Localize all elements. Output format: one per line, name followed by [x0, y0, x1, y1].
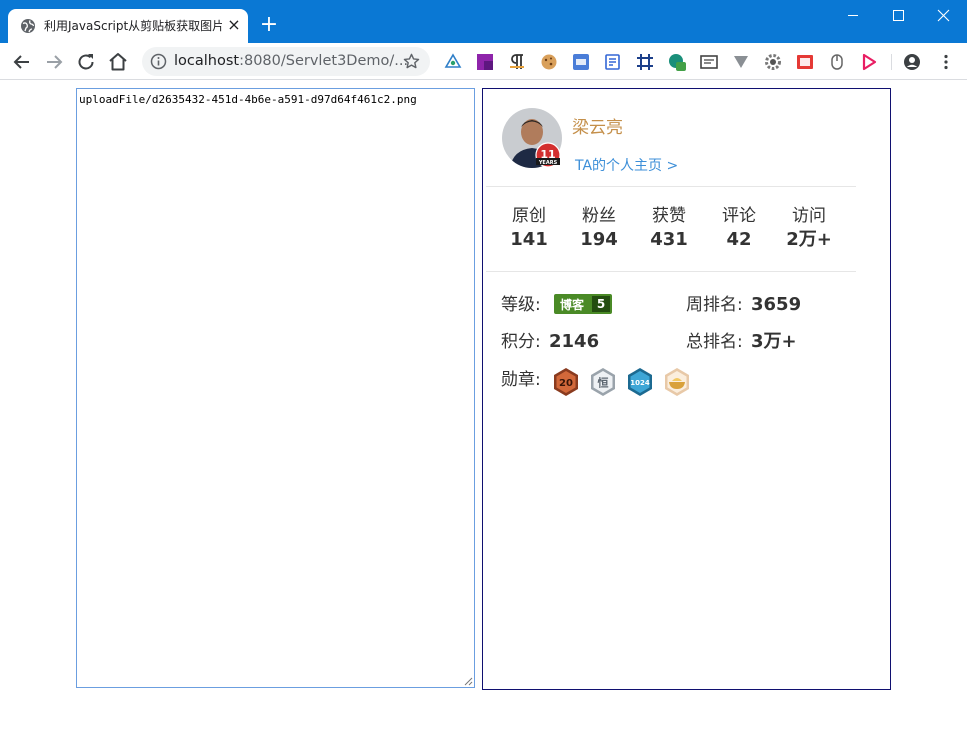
stat-label: 获赞	[652, 206, 686, 226]
browser-tab-active[interactable]: 利用JavaScript从剪贴板获取图片 ×	[8, 9, 248, 43]
extension-v-icon[interactable]	[732, 53, 750, 71]
medal-text: 恒	[598, 376, 609, 390]
globe-icon	[21, 19, 35, 33]
extension-note-icon[interactable]	[604, 53, 622, 71]
title-bar: 利用JavaScript从剪贴板获取图片 × +	[0, 0, 967, 43]
points-value: 2146	[549, 331, 600, 352]
menu-kebab-icon[interactable]	[937, 53, 955, 71]
weekly-rank-label: 周排名:	[686, 295, 743, 315]
total-rank-value: 3万+	[751, 331, 797, 352]
stat-visits[interactable]: 访问 2万+	[779, 205, 839, 253]
extension-fe-icon[interactable]	[796, 53, 814, 71]
stat-value: 141	[510, 229, 548, 250]
tab-title: 利用JavaScript从剪贴板获取图片	[44, 19, 222, 33]
stat-label: 粉丝	[582, 206, 616, 226]
points-label: 积分:	[501, 332, 541, 352]
medal-text: 20	[559, 378, 573, 389]
weekly-rank-value: 3659	[751, 294, 802, 315]
bookmark-star-icon[interactable]	[402, 52, 421, 71]
divider-bottom	[486, 271, 856, 272]
extension-jh-icon[interactable]	[572, 53, 590, 71]
extension-rp-icon[interactable]	[476, 53, 494, 71]
stat-label: 原创	[512, 206, 546, 226]
extension-triangle-icon[interactable]	[444, 53, 462, 71]
stat-label: 访问	[792, 206, 826, 226]
toolbar-separator	[891, 54, 892, 70]
level-badge-text: 博客	[560, 298, 585, 312]
medal-20-icon[interactable]: 20	[552, 367, 580, 397]
stat-likes[interactable]: 获赞 431	[639, 205, 699, 253]
extension-display-icon[interactable]	[700, 53, 718, 71]
new-tab-button[interactable]: +	[258, 14, 280, 36]
divider-top	[486, 186, 856, 187]
stat-fans[interactable]: 粉丝 194	[569, 205, 629, 253]
avatar[interactable]: 11 YEARS	[502, 108, 563, 169]
resize-grip-icon[interactable]	[463, 676, 473, 686]
extension-grid-icon[interactable]	[636, 53, 654, 71]
stat-label: 评论	[722, 206, 756, 226]
medal-bowl-icon[interactable]	[663, 367, 691, 397]
stat-value: 194	[580, 229, 618, 250]
profile-account-icon[interactable]	[903, 53, 921, 71]
total-rank-label: 总排名:	[686, 332, 743, 352]
paste-textarea-container: uploadFile/d2635432-451d-4b6e-a591-d97d6…	[76, 88, 475, 688]
home-icon[interactable]	[106, 50, 130, 74]
browser-toolbar: localhost:8080/Servlet3Demo/...	[0, 43, 967, 80]
username[interactable]: 梁云亮	[572, 113, 623, 138]
extension-cookie-icon[interactable]	[540, 53, 558, 71]
medal-text: 1024	[630, 379, 650, 387]
extension-pilcrow-icon[interactable]	[508, 53, 526, 71]
medals-label: 勋章:	[501, 370, 541, 390]
level-badge[interactable]: 博客 5	[554, 294, 612, 314]
stat-original[interactable]: 原创 141	[499, 205, 559, 253]
homepage-link[interactable]: TA的个人主页 >	[575, 155, 678, 175]
extension-mouse-icon[interactable]	[828, 53, 846, 71]
info-icon[interactable]	[150, 53, 167, 70]
url-text: localhost:8080/Servlet3Demo/...	[174, 53, 408, 70]
window-minimize-button[interactable]	[830, 0, 876, 32]
level-label: 等级:	[501, 295, 541, 315]
paste-textarea[interactable]: uploadFile/d2635432-451d-4b6e-a591-d97d6…	[77, 89, 474, 687]
stat-value: 2万+	[786, 229, 832, 250]
url-host: localhost	[174, 53, 240, 69]
level-badge-number: 5	[592, 296, 610, 312]
reload-icon[interactable]	[74, 50, 98, 74]
medal-heng-icon[interactable]: 恒	[589, 367, 617, 397]
blogger-profile-card: 11 YEARS 梁云亮 TA的个人主页 > 原创 141 粉丝 194 获赞 …	[482, 88, 891, 690]
extension-gear-icon[interactable]	[764, 53, 782, 71]
window-close-button[interactable]	[921, 0, 967, 32]
stat-comments[interactable]: 评论 42	[709, 205, 769, 253]
back-arrow-icon[interactable]	[10, 50, 34, 74]
stat-value: 431	[650, 229, 688, 250]
years-badge-text: YEARS	[538, 160, 558, 166]
medal-1024-icon[interactable]: 1024	[626, 367, 654, 397]
window-maximize-button[interactable]	[875, 0, 921, 32]
address-bar[interactable]: localhost:8080/Servlet3Demo/...	[142, 47, 430, 76]
url-path: :8080/Servlet3Demo/...	[239, 53, 409, 69]
extension-badge-icon[interactable]	[668, 53, 686, 71]
tab-close-icon[interactable]: ×	[226, 17, 242, 33]
forward-arrow-icon[interactable]	[42, 50, 66, 74]
extension-play-icon[interactable]	[860, 53, 878, 71]
stat-value: 42	[726, 229, 752, 250]
